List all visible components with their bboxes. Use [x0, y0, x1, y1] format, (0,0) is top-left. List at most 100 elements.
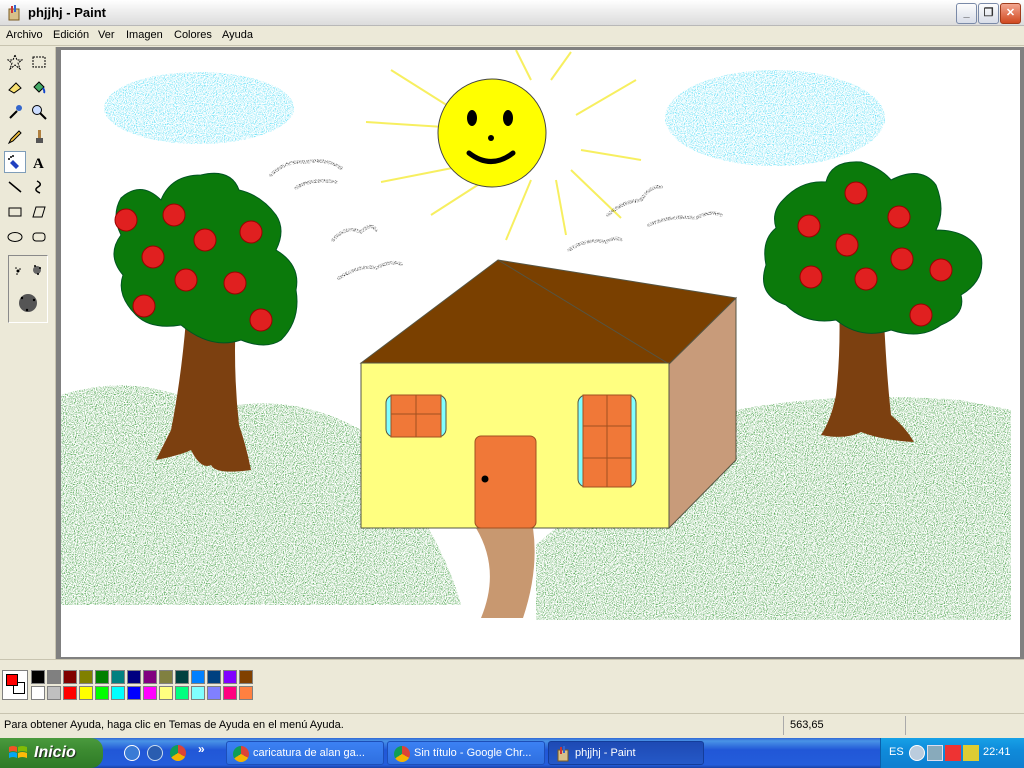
task-chrome-sin-titulo[interactable]: Sin título - Google Chr...: [387, 741, 545, 765]
window-title: phjjhj - Paint: [28, 5, 106, 20]
brush-icon: [36, 130, 43, 143]
palette-swatch[interactable]: [159, 670, 173, 684]
palette-swatch[interactable]: [63, 670, 77, 684]
media-player-quicklaunch-icon[interactable]: [147, 745, 163, 761]
chevron-right-icon[interactable]: »: [198, 742, 205, 756]
palette-swatch[interactable]: [127, 686, 141, 700]
menu-edicion[interactable]: Edición: [53, 29, 89, 41]
paint-app-icon: [557, 746, 569, 762]
maximize-button[interactable]: ❐: [978, 3, 999, 24]
system-tray: ES 22:41: [880, 738, 1024, 768]
palette-swatch[interactable]: [127, 670, 141, 684]
ellipse-tool[interactable]: [4, 226, 26, 248]
color-picker-tool[interactable]: [4, 101, 26, 123]
palette-swatch[interactable]: [111, 686, 125, 700]
eraser-tool[interactable]: [4, 76, 26, 98]
magnifier-tool[interactable]: [28, 101, 50, 123]
status-help-text: Para obtener Ayuda, haga clic en Temas d…: [4, 719, 344, 731]
garden-path: [476, 528, 535, 618]
line-tool[interactable]: [4, 176, 26, 198]
task-label: Sin título - Google Chr...: [414, 747, 532, 759]
text-tool[interactable]: A: [28, 151, 50, 173]
palette-swatch[interactable]: [223, 670, 237, 684]
status-bar: Para obtener Ayuda, haga clic en Temas d…: [0, 713, 1024, 738]
palette-swatch[interactable]: [175, 686, 189, 700]
text-a-icon: A: [33, 156, 44, 170]
palette-swatch[interactable]: [191, 686, 205, 700]
airbrush-size-options: [8, 255, 48, 323]
palette-swatch[interactable]: [191, 670, 205, 684]
airbrush-tool[interactable]: [4, 151, 26, 173]
drawing-canvas[interactable]: [61, 49, 1020, 657]
star-select-icon: [7, 54, 23, 70]
fill-tool[interactable]: [28, 76, 50, 98]
cursor-coordinates: 563,65: [790, 719, 824, 731]
airbrush-icon: [8, 155, 19, 169]
rounded-rectangle-tool[interactable]: [28, 226, 50, 248]
menu-ayuda[interactable]: Ayuda: [222, 29, 253, 41]
curve-tool[interactable]: [28, 176, 50, 198]
task-paint[interactable]: phjjhj - Paint: [548, 741, 704, 765]
current-colors[interactable]: [2, 670, 28, 700]
clock[interactable]: 22:41: [983, 746, 1011, 758]
palette-swatch[interactable]: [31, 670, 45, 684]
free-select-tool[interactable]: [4, 51, 26, 73]
task-label: phjjhj - Paint: [575, 747, 636, 759]
menu-colores[interactable]: Colores: [174, 29, 212, 41]
palette-swatch[interactable]: [79, 670, 93, 684]
brush-tool[interactable]: [28, 126, 50, 148]
title-bar[interactable]: phjjhj - Paint _ ❐ ✕: [0, 0, 1024, 26]
network-icon[interactable]: [927, 745, 943, 761]
minimize-button[interactable]: _: [956, 3, 977, 24]
rect-select-icon: [32, 56, 46, 68]
palette-swatch[interactable]: [207, 686, 221, 700]
start-button[interactable]: Inicio: [0, 738, 103, 768]
toolbox: A: [0, 47, 56, 659]
palette-swatch[interactable]: [143, 686, 157, 700]
menu-imagen[interactable]: Imagen: [126, 29, 163, 41]
close-button[interactable]: ✕: [1000, 3, 1021, 24]
ellipse-icon: [7, 232, 23, 242]
svg-text:A: A: [33, 156, 44, 170]
canvas-area: [56, 47, 1024, 659]
status-coordinates-panel: 563,65: [783, 716, 903, 735]
palette-swatch[interactable]: [111, 670, 125, 684]
rectangle-tool[interactable]: [4, 201, 26, 223]
palette-swatch[interactable]: [175, 670, 189, 684]
palette-swatch[interactable]: [143, 670, 157, 684]
palette-swatch[interactable]: [239, 686, 253, 700]
rect-select-tool[interactable]: [28, 51, 50, 73]
chrome-quicklaunch-icon[interactable]: [170, 745, 186, 761]
updates-icon[interactable]: [963, 745, 979, 761]
eyedropper-icon: [9, 105, 22, 119]
language-indicator[interactable]: ES: [889, 746, 904, 758]
palette-swatch[interactable]: [47, 670, 61, 684]
arrow-left-icon[interactable]: [909, 745, 925, 761]
rounded-rect-icon: [32, 232, 46, 242]
antivirus-icon[interactable]: [945, 745, 961, 761]
palette-swatch[interactable]: [95, 686, 109, 700]
menu-bar: Archivo Edición Ver Imagen Colores Ayuda: [0, 26, 1024, 46]
palette-swatch[interactable]: [47, 686, 61, 700]
task-chrome-caricatura[interactable]: caricatura de alan ga...: [226, 741, 384, 765]
ie-quicklaunch-icon[interactable]: [124, 745, 140, 761]
palette-swatch[interactable]: [207, 670, 221, 684]
menu-ver[interactable]: Ver: [98, 29, 115, 41]
foreground-color[interactable]: [6, 674, 18, 686]
polygon-tool[interactable]: [28, 201, 50, 223]
palette-swatch[interactable]: [63, 686, 77, 700]
magnifier-icon: [32, 105, 47, 120]
menu-archivo[interactable]: Archivo: [6, 29, 43, 41]
pencil-tool[interactable]: [4, 126, 26, 148]
house: [359, 259, 738, 530]
windows-flag-icon: [9, 746, 27, 758]
drawing-artwork: [61, 49, 1011, 620]
palette-swatch[interactable]: [239, 670, 253, 684]
taskbar: Inicio » caricatura de alan ga... Sin tí…: [0, 738, 1024, 768]
spray-size-icon[interactable]: [9, 256, 47, 322]
palette-swatch[interactable]: [31, 686, 45, 700]
palette-swatch[interactable]: [79, 686, 93, 700]
palette-swatch[interactable]: [223, 686, 237, 700]
palette-swatch[interactable]: [159, 686, 173, 700]
palette-swatch[interactable]: [95, 670, 109, 684]
